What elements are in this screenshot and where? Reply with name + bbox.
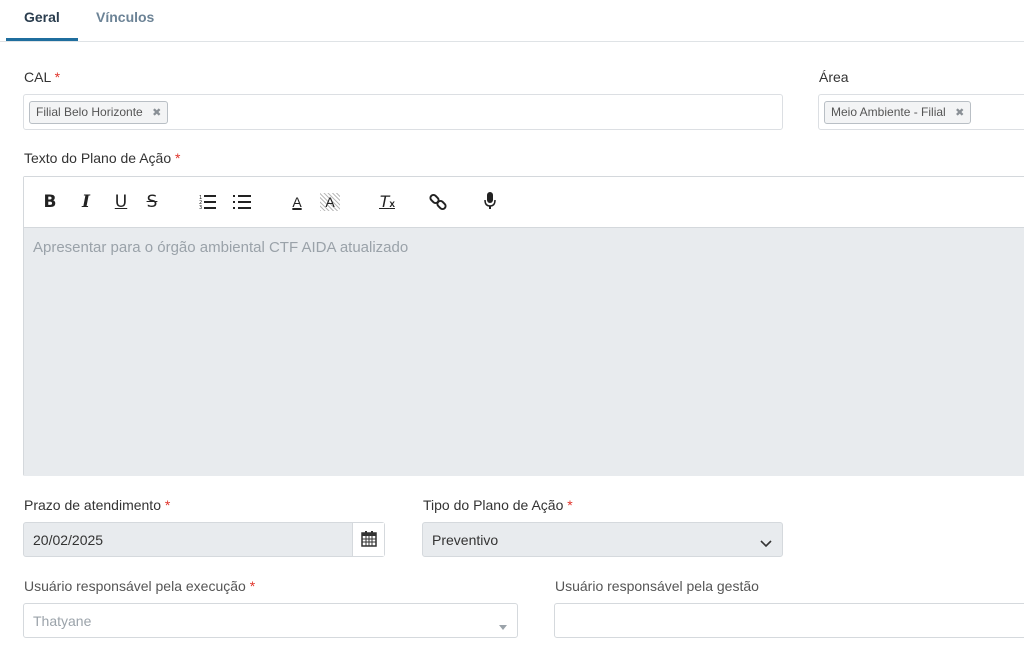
tipo-label: Tipo do Plano de Ação *	[423, 497, 573, 513]
prazo-required-mark: *	[164, 497, 171, 513]
area-chip: Meio Ambiente - Filial ✖	[824, 101, 972, 124]
texto-required-mark: *	[175, 150, 181, 166]
usuario-exec-label-text: Usuário responsável pela execução	[24, 578, 246, 594]
cal-chip: Filial Belo Horizonte ✖	[29, 101, 169, 124]
area-tag-input[interactable]: Meio Ambiente - Filial ✖	[818, 94, 1024, 130]
bold-button[interactable]: B	[42, 189, 58, 215]
cal-required-mark: *	[54, 69, 61, 85]
tipo-label-text: Tipo do Plano de Ação	[423, 497, 564, 513]
svg-text:3: 3	[199, 205, 202, 211]
tab-vinculos[interactable]: Vínculos	[96, 9, 154, 25]
strikethrough-button[interactable]: S	[143, 189, 161, 215]
rich-text-editor: B I U S 1 2 3 A A Tx Apresentar para o ó…	[23, 176, 1024, 476]
usuario-exec-value: Thatyane	[33, 613, 92, 629]
editor-content-area[interactable]: Apresentar para o órgão ambiental CTF AI…	[24, 228, 1024, 476]
editor-content: Apresentar para o órgão ambiental CTF AI…	[33, 239, 409, 256]
underline-button[interactable]: U	[112, 189, 130, 215]
area-chip-remove-icon[interactable]: ✖	[955, 107, 964, 119]
cal-chip-remove-icon[interactable]: ✖	[152, 107, 161, 119]
highlight-color-button[interactable]: A	[320, 193, 340, 211]
prazo-value: 20/02/2025	[33, 532, 104, 548]
active-tab-indicator	[6, 38, 78, 41]
usuario-gestao-label: Usuário responsável pela gestão	[555, 578, 759, 594]
cal-label: CAL *	[24, 69, 60, 85]
link-icon[interactable]	[428, 189, 448, 215]
prazo-label: Prazo de atendimento *	[24, 497, 170, 513]
usuario-exec-required-mark: *	[249, 578, 256, 594]
usuario-exec-label: Usuário responsável pela execução *	[24, 578, 255, 594]
cal-label-text: CAL	[24, 69, 51, 85]
usuario-gestao-input[interactable]	[554, 603, 1024, 638]
tab-geral[interactable]: Geral	[24, 9, 60, 25]
caret-down-icon	[499, 618, 507, 634]
area-label: Área	[819, 69, 849, 85]
prazo-date-input[interactable]: 20/02/2025	[23, 522, 385, 557]
tipo-value: Preventivo	[432, 532, 499, 548]
tipo-required-mark: *	[567, 497, 573, 513]
usuario-exec-select[interactable]: Thatyane	[23, 603, 518, 638]
bullet-list-icon[interactable]	[232, 189, 252, 215]
chevron-down-icon	[760, 535, 772, 551]
ordered-list-icon[interactable]: 1 2 3	[198, 189, 218, 215]
prazo-label-text: Prazo de atendimento	[24, 497, 161, 513]
texto-label-text: Texto do Plano de Ação	[24, 150, 172, 166]
cal-chip-label: Filial Belo Horizonte	[36, 105, 143, 119]
area-chip-label: Meio Ambiente - Filial	[831, 105, 946, 119]
clear-format-button[interactable]: Tx	[378, 189, 396, 215]
tab-bar: Geral Vínculos	[0, 0, 1024, 42]
editor-toolbar: B I U S 1 2 3 A A Tx	[24, 177, 1024, 228]
texto-label: Texto do Plano de Ação *	[24, 150, 180, 166]
microphone-icon[interactable]	[482, 189, 498, 215]
clear-format-label: T	[379, 192, 390, 211]
italic-button[interactable]: I	[78, 189, 94, 215]
font-color-button[interactable]: A	[288, 189, 306, 215]
cal-tag-input[interactable]: Filial Belo Horizonte ✖	[23, 94, 783, 130]
tipo-select[interactable]: Preventivo	[422, 522, 783, 557]
calendar-icon[interactable]	[352, 523, 384, 556]
